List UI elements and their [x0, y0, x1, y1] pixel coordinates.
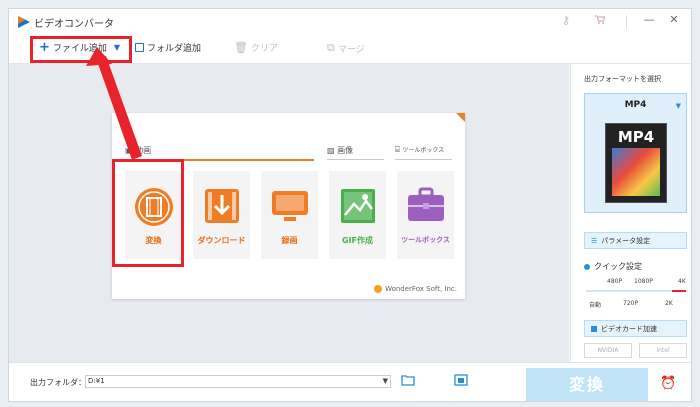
copyright-text: WonderFox Soft, Inc.	[385, 285, 457, 293]
sliders-icon: ☰	[591, 236, 598, 245]
quick-settings-icon	[584, 263, 590, 270]
alarm-clock-icon[interactable]: ⏰	[660, 376, 676, 391]
trash-icon: 🗑	[234, 41, 248, 54]
right-panel: 出力フォーマットを選択 MP4 ▼ MP4 ☰ パラメータ設定 クイック設定 4…	[570, 64, 691, 362]
window-title: ビデオコンバータ	[34, 19, 114, 30]
title-bar: ビデオコンバータ ⚷ — ✕	[9, 9, 691, 36]
mp4-thumbnail: MP4	[605, 123, 667, 203]
app-window: ビデオコンバータ ⚷ — ✕ + ファイル追加 ▼ フォルダ追加 🗑 クリア ⧉…	[8, 8, 692, 402]
parameter-settings-button[interactable]: ☰ パラメータ設定	[584, 232, 687, 249]
close-button[interactable]: ✕	[666, 13, 682, 26]
intel-badge[interactable]: Intel	[639, 343, 687, 358]
format-selector[interactable]: MP4 ▼ MP4	[584, 93, 687, 213]
video-category-icon: ▣	[125, 146, 133, 155]
toolbox-icon	[407, 187, 444, 221]
quality-4k[interactable]: 4K	[678, 278, 686, 285]
merge-label: マージ	[337, 44, 365, 55]
clear-button[interactable]: 🗑 クリア	[234, 41, 278, 54]
output-folder-field[interactable]: D:¥1 ▼	[85, 375, 391, 388]
output-folder-value: D:¥1	[88, 377, 105, 385]
tile-toolbox-label: ツールボックス	[401, 236, 450, 244]
output-folder-icon[interactable]	[454, 374, 468, 386]
corner-accent	[456, 113, 465, 122]
tile-gif[interactable]: GIF作成	[329, 171, 386, 259]
category-video-label: 動画	[135, 146, 152, 155]
monitor-icon	[271, 191, 308, 221]
tile-gif-label: GIF作成	[341, 236, 373, 245]
tile-download[interactable]: ダウンロード	[193, 171, 250, 259]
parameter-settings-label: パラメータ設定	[601, 236, 651, 245]
cart-icon[interactable]	[594, 14, 606, 28]
quality-slider[interactable]	[586, 290, 686, 292]
quality-720p[interactable]: 720P	[623, 300, 638, 307]
merge-button[interactable]: ⧉ マージ	[327, 41, 365, 55]
gpu-acceleration-label: ビデオカード加速	[601, 324, 657, 333]
toolbox-category-icon: ⌸	[395, 145, 400, 154]
quality-2k[interactable]: 2K	[665, 300, 673, 307]
tile-download-label: ダウンロード	[197, 236, 246, 245]
merge-icon: ⧉	[327, 41, 335, 54]
minimize-button[interactable]: —	[641, 13, 657, 26]
selected-format: MP4	[624, 100, 647, 110]
quality-auto[interactable]: 自動	[589, 300, 601, 309]
add-folder-label: フォルダ追加	[147, 44, 202, 54]
tile-record[interactable]: 録画	[261, 171, 318, 259]
film-image	[612, 148, 660, 196]
bottom-bar: 出力フォルダ： D:¥1 ▼ 変換 ⏰	[9, 362, 691, 401]
nvidia-badge[interactable]: NVIDIA	[584, 343, 632, 358]
quality-1080p[interactable]: 1080P	[634, 278, 653, 285]
folder-icon	[135, 43, 144, 52]
titlebar-separator	[626, 15, 627, 29]
output-format-label: 出力フォーマットを選択	[584, 75, 661, 83]
wonderfox-logo-icon	[374, 285, 383, 293]
category-image: ▨ 画像	[327, 145, 353, 156]
highlight-box-convert	[112, 159, 184, 267]
category-image-label: 画像	[337, 146, 354, 155]
category-toolbox: ⌸ ツールボックス	[395, 145, 444, 155]
output-folder-label: 出力フォルダ：	[30, 378, 86, 387]
copyright: WonderFox Soft, Inc.	[374, 285, 457, 293]
image-category-icon: ▨	[327, 146, 335, 155]
quality-slider-fill	[672, 290, 686, 292]
key-icon[interactable]: ⚷	[562, 14, 570, 27]
quick-settings-label: クイック設定	[594, 262, 642, 271]
quality-480p[interactable]: 480P	[607, 278, 622, 285]
category-toolbox-underline	[395, 159, 452, 160]
app-logo-icon	[18, 16, 30, 28]
highlight-box-add-file	[30, 36, 132, 63]
gpu-acceleration-button[interactable]: ビデオカード加速	[584, 320, 687, 337]
chevron-down-icon[interactable]: ▼	[383, 376, 388, 387]
quick-settings-title: クイック設定	[584, 261, 642, 272]
clear-label: クリア	[250, 44, 278, 54]
mp4-thumb-text: MP4	[617, 128, 655, 146]
add-folder-button[interactable]: フォルダ追加	[135, 41, 201, 54]
category-toolbox-label: ツールボックス	[402, 147, 445, 154]
download-icon	[204, 189, 239, 223]
gpu-icon	[591, 325, 597, 332]
image-icon	[340, 189, 375, 223]
open-folder-icon[interactable]	[401, 374, 415, 386]
convert-button[interactable]: 変換	[526, 368, 648, 401]
category-image-underline	[327, 159, 384, 160]
tile-record-label: 録画	[281, 236, 298, 245]
category-video: ▣ 動画	[125, 145, 151, 156]
chevron-down-icon[interactable]: ▼	[676, 102, 681, 110]
tile-toolbox[interactable]: ツールボックス	[397, 171, 454, 259]
